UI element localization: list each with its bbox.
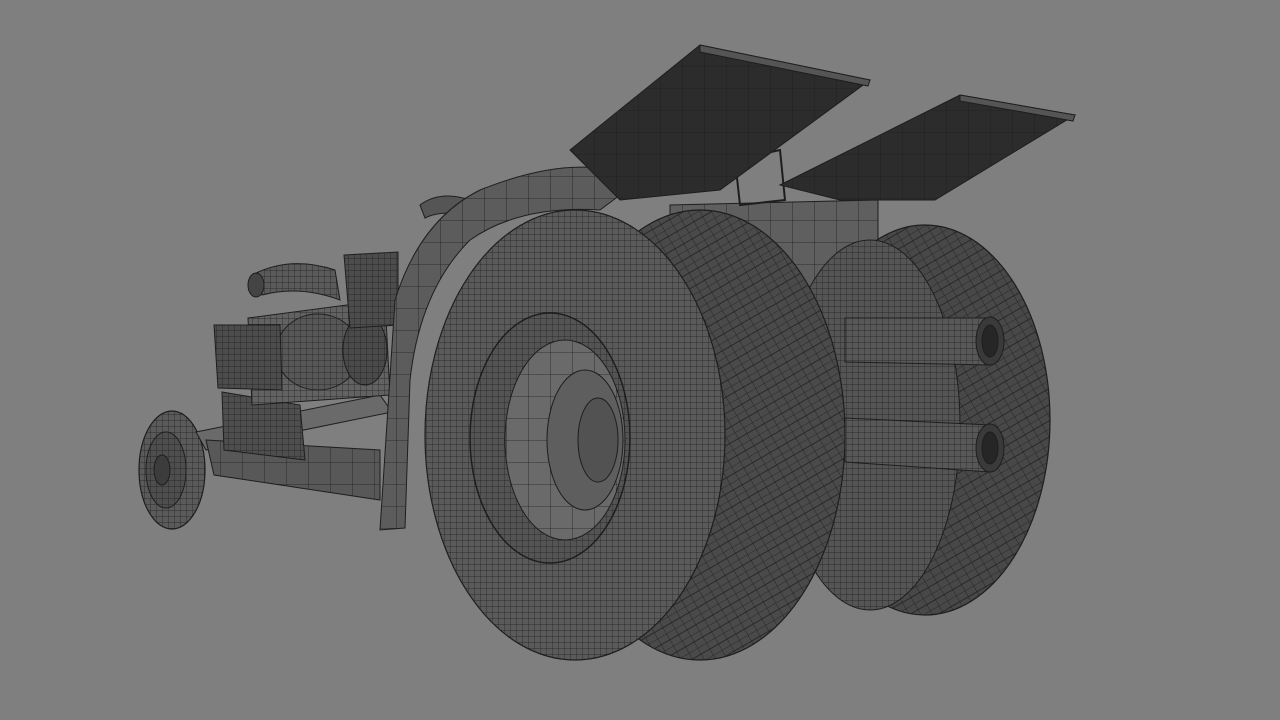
wireframe-model-canvas — [138, 44, 1077, 661]
chassis-frame — [195, 391, 393, 501]
rear-hub — [469, 312, 631, 564]
exhaust-pipe-upper — [844, 316, 1005, 366]
front-wheel-icon — [138, 410, 206, 530]
exhaust-pipe-lower — [844, 417, 1005, 473]
turbo-pipe — [247, 263, 341, 301]
3d-viewport[interactable] — [0, 0, 1280, 720]
